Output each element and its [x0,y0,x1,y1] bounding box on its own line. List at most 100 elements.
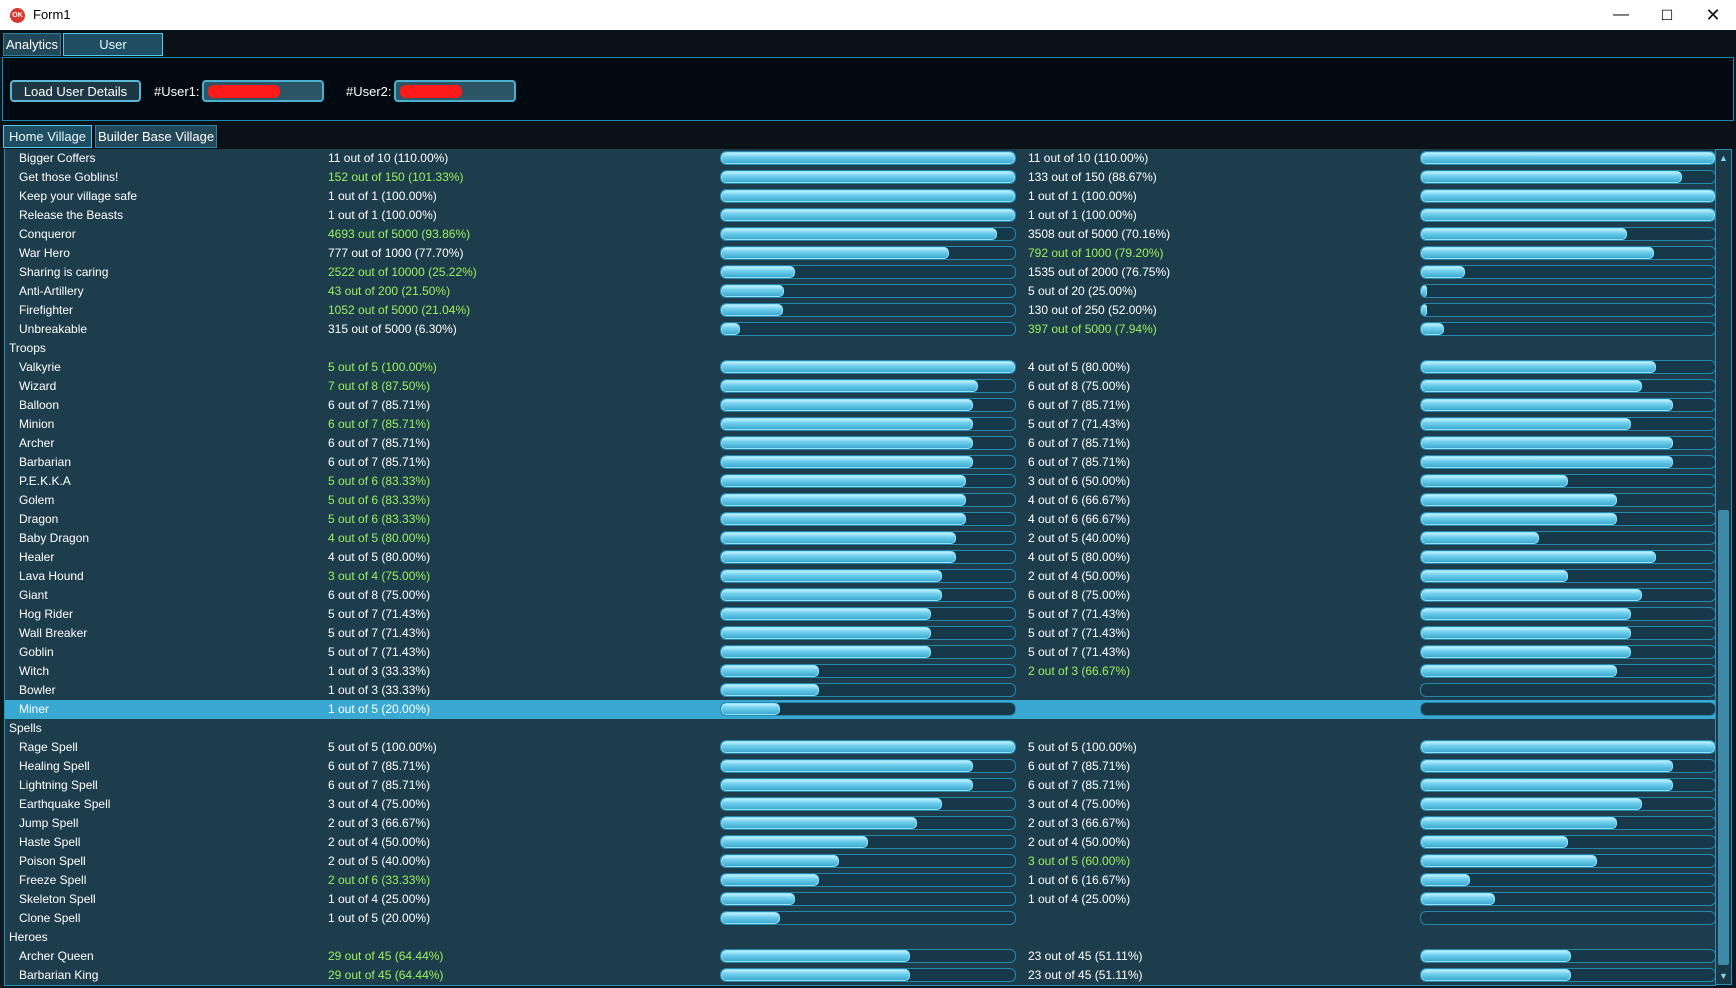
table-row[interactable]: Skeleton Spell 1 out of 4 (25.00%) 1 out o… [5,890,1716,909]
scroll-down-icon[interactable]: ▼ [1716,969,1731,983]
table-row[interactable]: Freeze Spell 2 out of 6 (33.33%) 1 out of … [5,871,1716,890]
user1-progress-bar [720,778,1016,792]
user1-value: 29 out of 45 (64.44%) [328,949,444,963]
tab-user-comparison[interactable]: User Comparison [63,33,163,74]
user2-value: 1535 out of 2000 (76.75%) [1028,265,1171,279]
user2-value: 4 out of 5 (80.00%) [1028,360,1131,374]
table-row[interactable]: Barbarian King 29 out of 45 (64.44%) 23 ou… [5,966,1716,985]
user2-progress-bar [1420,683,1716,697]
scroll-up-icon[interactable]: ▲ [1716,151,1731,165]
item-name: Release the Beasts [19,208,124,222]
tab-home-village[interactable]: Home Village [3,125,92,148]
table-row[interactable]: Lightning Spell 6 out of 7 (85.71%) 6 out … [5,776,1716,795]
table-row[interactable]: Get those Goblins! 152 out of 150 (101.33… [5,168,1716,187]
group-header-row[interactable]: Troops [5,339,1716,358]
table-row[interactable]: Anti-Artillery 43 out of 200 (21.50%) 5 ou… [5,282,1716,301]
table-row[interactable]: Baby Dragon 4 out of 5 (80.00%) 2 out of 5… [5,529,1716,548]
user2-input[interactable] [394,80,516,102]
table-row[interactable]: Healing Spell 6 out of 7 (85.71%) 6 out of… [5,757,1716,776]
table-row[interactable]: Minion 6 out of 7 (85.71%) 5 out of 7 (71.… [5,415,1716,434]
user2-value: 2 out of 5 (40.00%) [1028,531,1131,545]
item-name: Dragon [19,512,59,526]
table-row[interactable]: Bigger Coffers 11 out of 10 (110.00%) 11 o… [5,149,1716,168]
table-row[interactable]: Goblin 5 out of 7 (71.43%) 5 out of 7 (71.… [5,643,1716,662]
user2-progress-bar [1420,797,1716,811]
user1-input[interactable] [202,80,324,102]
table-row[interactable]: Giant 6 out of 8 (75.00%) 6 out of 8 (75.0… [5,586,1716,605]
table-row[interactable]: Bowler 1 out of 3 (33.33%) [5,681,1716,700]
user1-progress-bar [720,949,1016,963]
table-row[interactable]: Miner 1 out of 5 (20.00%) [5,700,1716,719]
table-row[interactable]: Balloon 6 out of 7 (85.71%) 6 out of 7 (85… [5,396,1716,415]
vertical-scrollbar[interactable]: ▲ ▼ [1715,149,1732,985]
user2-progress-fill [1421,152,1715,164]
tab-builder-base-village[interactable]: Builder Base Village [95,125,217,148]
table-row[interactable]: Conqueror 4693 out of 5000 (93.86%) 3508 o… [5,225,1716,244]
item-name: Haste Spell [19,835,81,849]
item-name: Baby Dragon [19,531,90,545]
table-row[interactable]: Wizard 7 out of 8 (87.50%) 6 out of 8 (75.… [5,377,1716,396]
user1-progress-bar [720,588,1016,602]
table-row[interactable]: Jump Spell 2 out of 3 (66.67%) 2 out of 3 … [5,814,1716,833]
load-user-details-button[interactable]: Load User Details [10,80,141,102]
table-row[interactable]: Earthquake Spell 3 out of 4 (75.00%) 3 out… [5,795,1716,814]
table-row[interactable]: Golem 5 out of 6 (83.33%) 4 out of 6 (66.6… [5,491,1716,510]
item-name: Anti-Artillery [19,284,84,298]
user2-progress-fill [1421,741,1715,753]
user2-value: 23 out of 45 (51.11%) [1028,949,1143,963]
table-row[interactable]: Poison Spell 2 out of 5 (40.00%) 3 out of … [5,852,1716,871]
item-name: Freeze Spell [19,873,87,887]
item-name: Jump Spell [19,816,79,830]
user1-value: 6 out of 7 (85.71%) [328,436,431,450]
user2-progress-bar [1420,854,1716,868]
table-row[interactable]: War Hero 777 out of 1000 (77.70%) 792 out … [5,244,1716,263]
user1-progress-bar [720,740,1016,754]
table-row[interactable]: Unbreakable 315 out of 5000 (6.30%) 397 ou… [5,320,1716,339]
table-row[interactable]: Haste Spell 2 out of 4 (50.00%) 2 out of 4… [5,833,1716,852]
user1-progress-fill [721,513,966,525]
user2-progress-fill [1421,228,1628,240]
maximize-icon[interactable]: ☐ [1644,0,1690,30]
minimize-icon[interactable]: — [1598,0,1644,30]
comparison-grid[interactable]: Bigger Coffers 11 out of 10 (110.00%) 11 o… [4,149,1716,986]
table-row[interactable]: Release the Beasts 1 out of 1 (100.00%) 1 … [5,206,1716,225]
close-icon[interactable]: ✕ [1690,0,1736,30]
table-row[interactable]: Valkyrie 5 out of 5 (100.00%) 4 out of 5 (… [5,358,1716,377]
table-row[interactable]: Rage Spell 5 out of 5 (100.00%) 5 out of 5… [5,738,1716,757]
item-name: Archer Queen [19,949,94,963]
table-row[interactable]: Sharing is caring 2522 out of 10000 (25.2… [5,263,1716,282]
table-row[interactable]: Clone Spell 1 out of 5 (20.00%) [5,909,1716,928]
table-row[interactable]: Keep your village safe 1 out of 1 (100.00… [5,187,1716,206]
table-row[interactable]: P.E.K.K.A 5 out of 6 (83.33%) 3 out of 6 (… [5,472,1716,491]
group-header-row[interactable]: Spells [5,719,1716,738]
user1-progress-bar [720,816,1016,830]
user1-progress-bar [720,683,1016,697]
table-row[interactable]: Archer 6 out of 7 (85.71%) 6 out of 7 (85.… [5,434,1716,453]
table-row[interactable]: Lava Hound 3 out of 4 (75.00%) 2 out of 4 … [5,567,1716,586]
user1-value: 6 out of 7 (85.71%) [328,398,431,412]
table-row[interactable]: Archer Queen 29 out of 45 (64.44%) 23 out … [5,947,1716,966]
user1-value: 3 out of 4 (75.00%) [328,797,431,811]
user2-value: 2 out of 3 (66.67%) [1028,664,1131,678]
user1-progress-bar [720,702,1016,716]
table-row[interactable]: Healer 4 out of 5 (80.00%) 4 out of 5 (80.… [5,548,1716,567]
group-header-row[interactable]: Heroes [5,928,1716,947]
table-row[interactable]: Barbarian 6 out of 7 (85.71%) 6 out of 7 (… [5,453,1716,472]
table-row[interactable]: Witch 1 out of 3 (33.33%) 2 out of 3 (66.6… [5,662,1716,681]
table-row[interactable]: Wall Breaker 5 out of 7 (71.43%) 5 out of … [5,624,1716,643]
table-row[interactable]: Hog Rider 5 out of 7 (71.43%) 5 out of 7 (… [5,605,1716,624]
item-name: Lava Hound [19,569,84,583]
tab-analytics[interactable]: Analytics [3,33,61,56]
scrollbar-thumb[interactable] [1718,510,1729,965]
user2-progress-fill [1421,570,1568,582]
group-label: Heroes [9,930,48,944]
user2-progress-bar [1420,360,1716,374]
table-row[interactable]: Firefighter 1052 out of 5000 (21.04%) 130 … [5,301,1716,320]
item-name: Lightning Spell [19,778,98,792]
user2-progress-bar [1420,949,1716,963]
item-name: Wizard [19,379,57,393]
user2-progress-fill [1421,855,1598,867]
user2-progress-bar [1420,227,1716,241]
table-row[interactable]: Dragon 5 out of 6 (83.33%) 4 out of 6 (66.… [5,510,1716,529]
item-name: Minion [19,417,55,431]
